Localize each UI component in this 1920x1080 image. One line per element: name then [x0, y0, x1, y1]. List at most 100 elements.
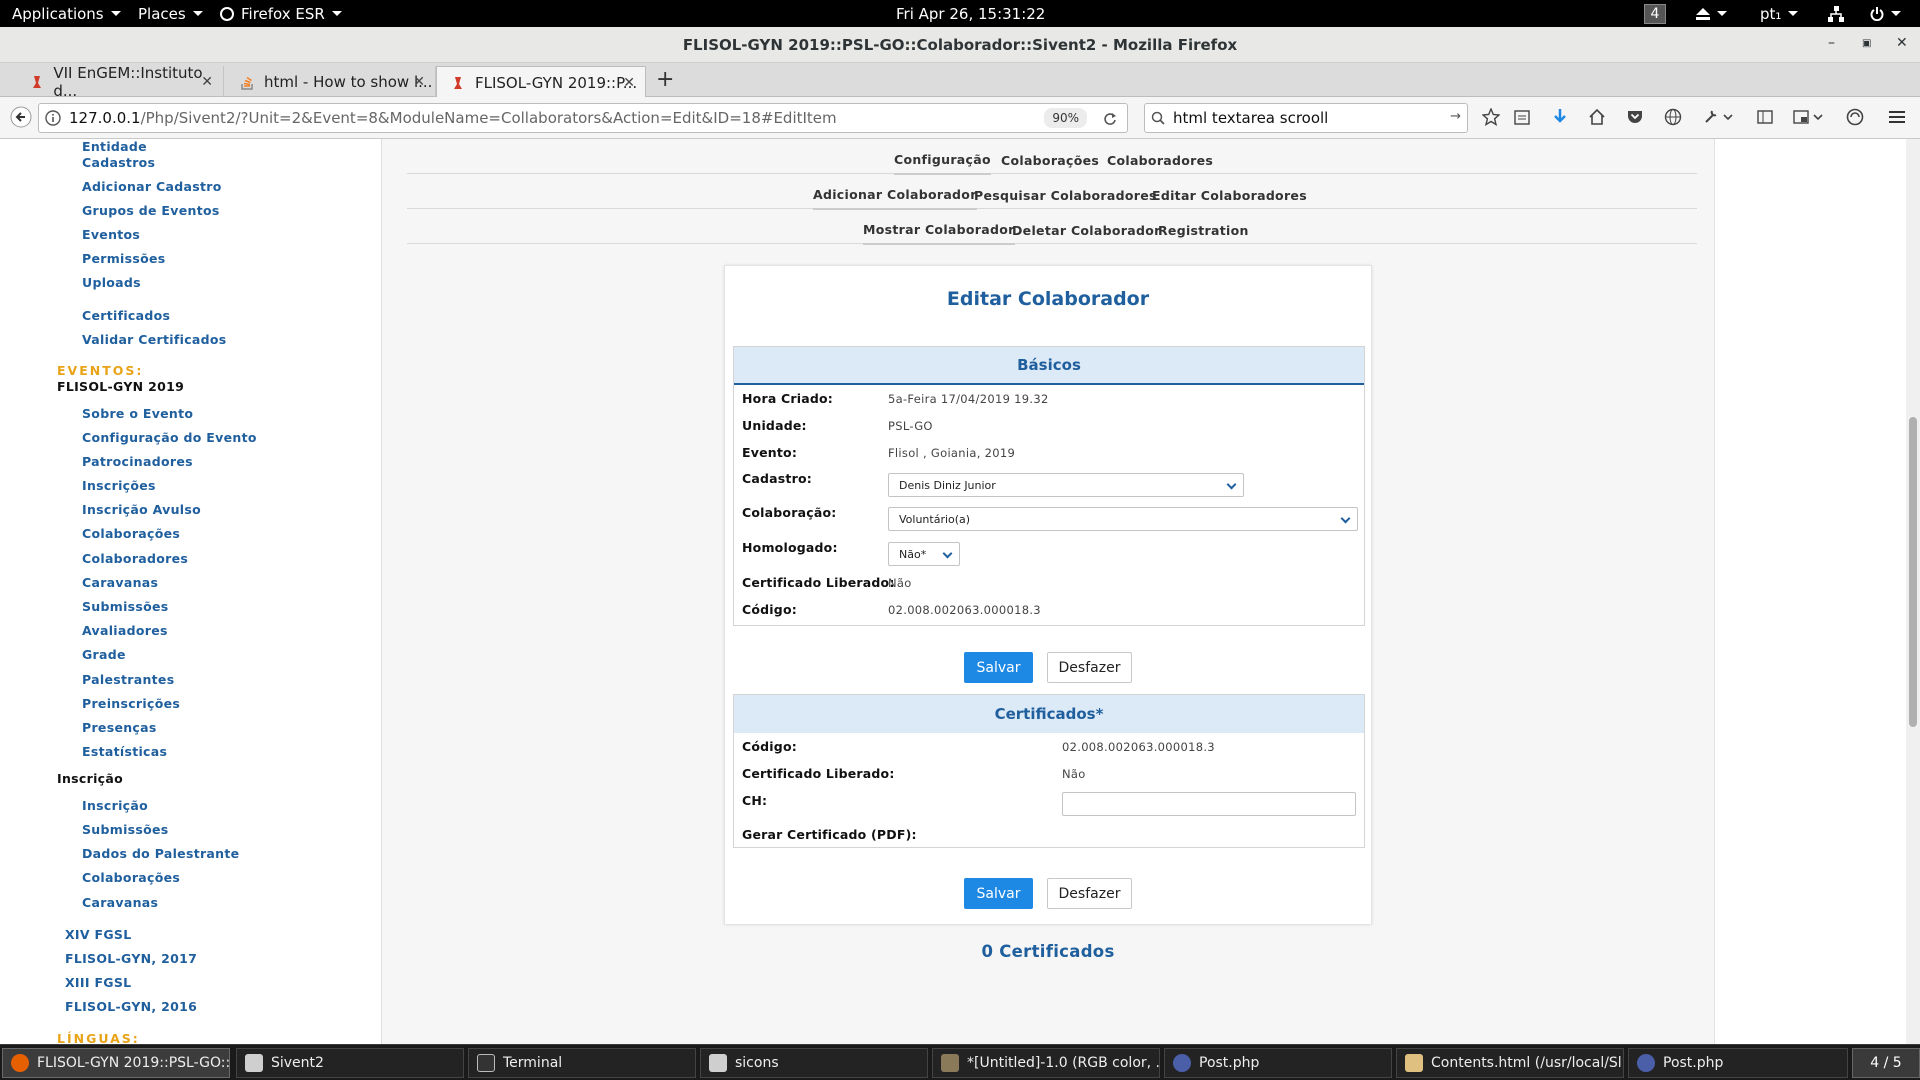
sidebar-link-colaboracoes[interactable]: Colaborações [82, 526, 180, 541]
sidebar-link-presencas[interactable]: Presenças [82, 720, 157, 735]
window-titlebar[interactable]: FLISOL-GYN 2019::PSL-GO::Colaborador::Si… [0, 27, 1920, 63]
sidebar-link-caravanas[interactable]: Caravanas [82, 575, 158, 590]
sidebar-link-inscricoes[interactable]: Inscrições [82, 478, 156, 493]
maximize-icon[interactable]: ▣ [1862, 38, 1871, 49]
info-icon[interactable] [45, 110, 61, 126]
close-tab-icon[interactable]: ✕ [413, 74, 425, 90]
sidebar-link-minhas-submissoes[interactable]: Submissões [82, 822, 169, 837]
sidebar-link-minhas-caravanas[interactable]: Caravanas [82, 895, 158, 910]
sidebar-link-configuracao-evento[interactable]: Configuração do Evento [82, 430, 257, 445]
reload-icon[interactable] [1103, 112, 1117, 126]
colaboracao-select[interactable]: Voluntário(a) [888, 507, 1358, 531]
menu-link-editar-colaboradores[interactable]: Editar Colaboradores [1152, 188, 1307, 203]
sidebar-link-estatisticas[interactable]: Estatísticas [82, 744, 167, 759]
page-scrollbar[interactable] [1906, 139, 1920, 1044]
close-window-icon[interactable]: ✕ [1896, 35, 1908, 51]
tab-stackoverflow[interactable]: html - How to show l... ✕ [226, 66, 436, 97]
tab-flisol-active[interactable]: FLISOL-GYN 2019::P... ✕ [436, 66, 646, 98]
sidebar-link-grupos-eventos[interactable]: Grupos de Eventos [82, 203, 220, 218]
bookmark-star-icon[interactable] [1482, 108, 1500, 126]
close-tab-icon[interactable]: ✕ [201, 74, 213, 90]
menu-link-adicionar-colaborador[interactable]: Adicionar Colaborador [813, 187, 977, 210]
task-contents-html[interactable]: Contents.html (/usr/local/Sli... [1396, 1048, 1624, 1078]
menu-link-configuracao[interactable]: Configuração [894, 152, 991, 175]
task-post-php-2[interactable]: Post.php [1628, 1048, 1848, 1078]
sidebar-link-entidade[interactable]: Entidade [82, 139, 147, 154]
sidebar-link-minhas-colaboracoes[interactable]: Colaborações [82, 870, 180, 885]
home-icon[interactable] [1588, 108, 1606, 126]
sidebar-link-patrocinadores[interactable]: Patrocinadores [82, 454, 193, 469]
ch-input[interactable] [1062, 792, 1356, 816]
url-bar[interactable]: 127.0.0.1/Php/Sivent2/?Unit=2&Event=8&Mo… [38, 103, 1128, 133]
firefox-app-menu[interactable]: Firefox ESR [220, 0, 342, 27]
sidebar-link-xiii-fgsl[interactable]: XIII FGSL [65, 975, 131, 990]
sidebar-link-eventos[interactable]: Eventos [82, 227, 140, 242]
sidebar-link-grade[interactable]: Grade [82, 647, 126, 662]
eject-menu[interactable] [1696, 0, 1727, 27]
cadastro-select[interactable]: Denis Diniz Junior [888, 473, 1244, 497]
scrollbar-thumb[interactable] [1909, 417, 1917, 727]
task-post-php-1[interactable]: Post.php [1164, 1048, 1392, 1078]
menu-link-registration[interactable]: Registration [1158, 223, 1249, 238]
power-menu[interactable] [1870, 0, 1901, 27]
sidebar-link-flisol-2017[interactable]: FLISOL-GYN, 2017 [65, 951, 197, 966]
sidebar-link-validar-certificados[interactable]: Validar Certificados [82, 332, 227, 347]
applications-menu[interactable]: Applications [12, 0, 121, 27]
sync-icon[interactable] [1846, 108, 1864, 126]
sidebar-link-inscricao-avulso[interactable]: Inscrição Avulso [82, 502, 201, 517]
network-status[interactable] [1828, 0, 1844, 27]
addon-globe-icon[interactable] [1664, 108, 1682, 126]
menu-link-colaboracoes[interactable]: Colaborações [1001, 153, 1099, 168]
task-sivent2[interactable]: Sivent2 [236, 1048, 464, 1078]
homologado-select[interactable]: Não* [888, 542, 960, 566]
sidebar-link-palestrantes[interactable]: Palestrantes [82, 672, 174, 687]
new-tab-icon[interactable]: + [656, 67, 674, 92]
undo-button-2[interactable]: Desfazer [1047, 878, 1132, 909]
sidebar-link-flisol-2016[interactable]: FLISOL-GYN, 2016 [65, 999, 197, 1014]
clock[interactable]: Fri Apr 26, 15:31:22 [896, 0, 1045, 27]
search-input[interactable]: html textarea scrooll [1173, 109, 1328, 127]
sidebar-link-avaliadores[interactable]: Avaliadores [82, 623, 168, 638]
tab-engem[interactable]: VII EnGEM::Instituto d... ✕ [16, 64, 224, 100]
undo-button[interactable]: Desfazer [1047, 652, 1132, 683]
sidebar-link-xiv-fgsl[interactable]: XIV FGSL [65, 927, 131, 942]
sidebar-link-submissoes[interactable]: Submissões [82, 599, 169, 614]
save-button[interactable]: Salvar [964, 652, 1033, 683]
workspace-indicator[interactable]: 4 [1644, 0, 1666, 27]
sidebar-link-adicionar-cadastro[interactable]: Adicionar Cadastro [82, 179, 222, 194]
menu-link-colaboradores[interactable]: Colaboradores [1107, 153, 1213, 168]
workspace-pager[interactable]: 4 / 5 [1852, 1048, 1920, 1078]
menu-link-deletar-colaborador[interactable]: Deletar Colaborador [1012, 223, 1161, 238]
sidebar-link-permissoes[interactable]: Permissões [82, 251, 166, 266]
save-button-2[interactable]: Salvar [964, 878, 1033, 909]
back-button[interactable] [10, 106, 32, 128]
download-icon[interactable] [1552, 108, 1568, 126]
sidebar-link-sobre-evento[interactable]: Sobre o Evento [82, 406, 193, 421]
minimize-icon[interactable]: – [1828, 35, 1835, 51]
close-tab-icon[interactable]: ✕ [623, 75, 635, 91]
screenshot-menu-icon[interactable] [1792, 108, 1824, 126]
reading-list-icon[interactable] [1514, 108, 1530, 126]
hamburger-menu-icon[interactable] [1888, 108, 1906, 126]
sidebar-toggle-icon[interactable] [1756, 108, 1774, 126]
sidebar-link-certificados[interactable]: Certificados [82, 308, 170, 323]
sidebar-link-inscricao[interactable]: Inscrição [82, 798, 148, 813]
pocket-icon[interactable] [1626, 108, 1644, 126]
keyboard-layout-menu[interactable]: pt₁ [1760, 0, 1799, 27]
task-terminal[interactable]: Terminal [468, 1048, 696, 1078]
sidebar-link-preinscricoes[interactable]: Preinscrições [82, 696, 180, 711]
task-gimp[interactable]: *[Untitled]-1.0 (RGB color, ... [932, 1048, 1160, 1078]
developer-tools-icon[interactable] [1704, 108, 1734, 126]
zoom-indicator[interactable]: 90% [1044, 108, 1087, 128]
sidebar-link-uploads[interactable]: Uploads [82, 275, 141, 290]
task-firefox[interactable]: FLISOL-GYN 2019::PSL-GO::... [2, 1048, 230, 1078]
task-sicons[interactable]: sicons [700, 1048, 928, 1078]
places-menu[interactable]: Places [138, 0, 203, 27]
menu-link-pesquisar-colaboradores[interactable]: Pesquisar Colaboradores [974, 188, 1157, 203]
search-bar[interactable]: html textarea scrooll → [1144, 103, 1468, 133]
search-go-icon[interactable]: → [1450, 109, 1461, 124]
sidebar-link-cadastros[interactable]: Cadastros [82, 155, 155, 170]
menu-link-mostrar-colaborador[interactable]: Mostrar Colaborador [863, 222, 1015, 245]
sidebar-link-colaboradores[interactable]: Colaboradores [82, 551, 188, 566]
sidebar-link-dados-palestrante[interactable]: Dados do Palestrante [82, 846, 239, 861]
